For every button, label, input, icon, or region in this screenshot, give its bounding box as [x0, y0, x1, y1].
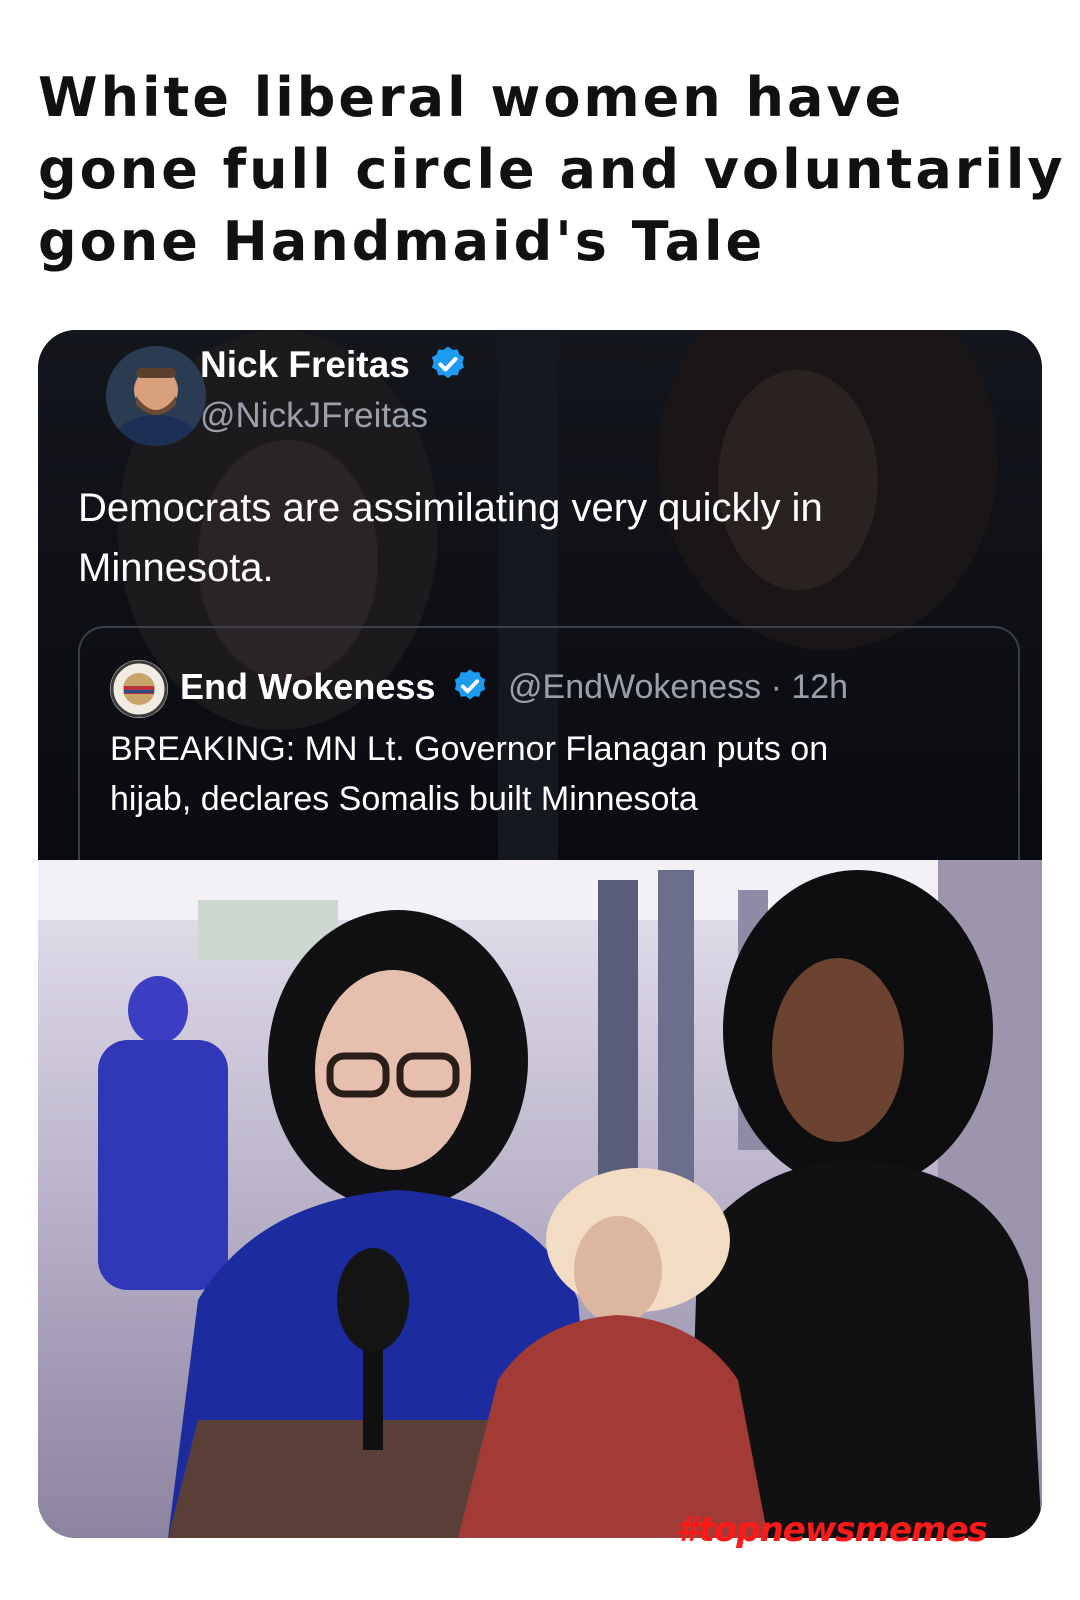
- quoted-handle-timestamp[interactable]: @EndWokeness · 12h: [508, 668, 848, 707]
- meme-caption: White liberal women have gone full circl…: [38, 62, 1066, 278]
- caption-line-1: White liberal women have: [38, 66, 905, 129]
- quoted-author-name-text: End Wokeness: [180, 666, 436, 707]
- tweet-text-line: Democrats are assimilating very quickly …: [78, 486, 823, 530]
- caption-line-2: gone full circle and voluntarily: [38, 138, 1066, 201]
- quoted-tweet[interactable]: End Wokeness @EndWokeness · 12h BREAKING…: [78, 626, 1020, 888]
- verified-badge-icon: [432, 346, 465, 379]
- author-name[interactable]: Nick Freitas: [200, 344, 468, 386]
- tweet-text: Democrats are assimilating very quickly …: [78, 478, 1008, 598]
- tweet-text-line: Minnesota.: [78, 546, 274, 590]
- quoted-author-avatar[interactable]: [110, 660, 168, 718]
- verified-badge-icon: [455, 669, 486, 700]
- quoted-author-name[interactable]: End Wokeness: [180, 666, 489, 708]
- quoted-tweet-text: BREAKING: MN Lt. Governor Flanagan puts …: [110, 724, 990, 824]
- tweet-card: Nick Freitas @NickJFreitas Democrats are…: [38, 330, 1042, 1538]
- caption-line-3: gone Handmaid's Tale: [38, 210, 766, 273]
- author-handle[interactable]: @NickJFreitas: [200, 396, 428, 436]
- watermark: #topnewsmemes: [676, 1510, 988, 1550]
- author-avatar[interactable]: [106, 346, 206, 446]
- tweet-photo[interactable]: [38, 860, 1042, 1538]
- quoted-text-line: BREAKING: MN Lt. Governor Flanagan puts …: [110, 730, 829, 768]
- quoted-text-line: hijab, declares Somalis built Minnesota: [110, 780, 698, 818]
- author-name-text: Nick Freitas: [200, 344, 410, 385]
